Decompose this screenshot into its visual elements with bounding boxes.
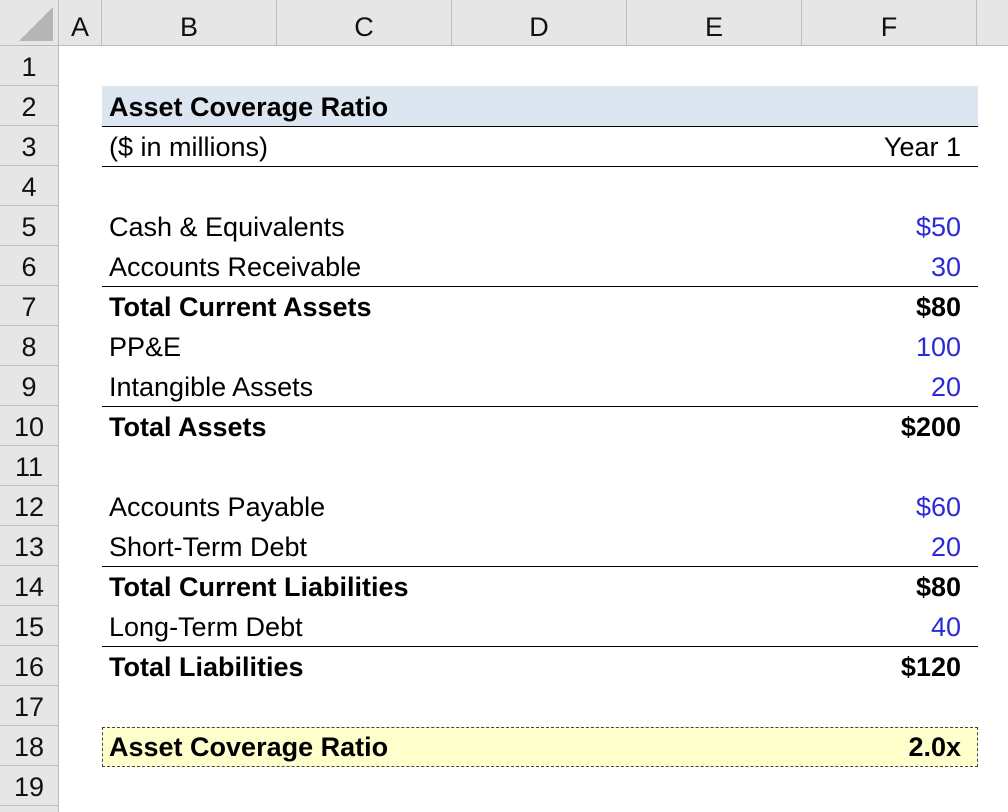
total-liabilities-value[interactable]: $120 <box>901 647 961 687</box>
select-all-corner[interactable] <box>0 0 59 46</box>
short-term-debt-label[interactable]: Short-Term Debt <box>109 527 307 567</box>
long-term-debt-value[interactable]: 40 <box>931 607 961 647</box>
row-header[interactable]: 3 <box>0 126 58 166</box>
asset-coverage-ratio-value[interactable]: 2.0x <box>908 727 961 767</box>
row-header[interactable]: 16 <box>0 646 58 686</box>
spreadsheet: A B C D E F 1 2 3 4 5 6 7 8 9 10 11 12 1… <box>0 0 1008 812</box>
row-header[interactable]: 6 <box>0 246 58 286</box>
total-liabilities-label[interactable]: Total Liabilities <box>109 647 304 687</box>
row-header[interactable]: 4 <box>0 166 58 206</box>
column-header-c[interactable]: C <box>277 0 452 45</box>
column-header-bar: A B C D E F <box>0 0 1008 46</box>
ppe-label[interactable]: PP&E <box>109 327 181 367</box>
row-header[interactable]: 17 <box>0 686 58 726</box>
row-header[interactable]: 14 <box>0 566 58 606</box>
select-all-triangle-icon <box>19 7 53 41</box>
cash-label[interactable]: Cash & Equivalents <box>109 207 345 247</box>
row-header[interactable]: 8 <box>0 326 58 366</box>
total-current-assets-label[interactable]: Total Current Assets <box>109 287 372 327</box>
row-header[interactable]: 11 <box>0 446 58 486</box>
row-header[interactable]: 15 <box>0 606 58 646</box>
row-header[interactable]: 1 <box>0 46 58 86</box>
column-header-b[interactable]: B <box>102 0 277 45</box>
total-current-liabilities-label[interactable]: Total Current Liabilities <box>109 567 409 607</box>
row-header[interactable]: 19 <box>0 766 58 806</box>
row-header-bar: 1 2 3 4 5 6 7 8 9 10 11 12 13 14 15 16 1… <box>0 46 59 812</box>
accounts-payable-label[interactable]: Accounts Payable <box>109 487 325 527</box>
table-title[interactable]: Asset Coverage Ratio <box>109 87 388 127</box>
column-header-a[interactable]: A <box>59 0 102 45</box>
total-current-assets-value[interactable]: $80 <box>916 287 961 327</box>
row-header[interactable]: 9 <box>0 366 58 406</box>
cash-value[interactable]: $50 <box>916 207 961 247</box>
column-header-e[interactable]: E <box>627 0 802 45</box>
long-term-debt-label[interactable]: Long-Term Debt <box>109 607 303 647</box>
row-header[interactable]: 2 <box>0 86 58 126</box>
accounts-receivable-label[interactable]: Accounts Receivable <box>109 247 361 287</box>
row-header[interactable]: 18 <box>0 726 58 766</box>
column-header-f[interactable]: F <box>802 0 977 45</box>
row-header[interactable]: 13 <box>0 526 58 566</box>
short-term-debt-value[interactable]: 20 <box>931 527 961 567</box>
total-assets-label[interactable]: Total Assets <box>109 407 267 447</box>
accounts-payable-value[interactable]: $60 <box>916 487 961 527</box>
asset-coverage-ratio-label[interactable]: Asset Coverage Ratio <box>109 727 388 767</box>
period-label[interactable]: Year 1 <box>884 127 961 167</box>
column-header-d[interactable]: D <box>452 0 627 45</box>
intangible-assets-label[interactable]: Intangible Assets <box>109 367 313 407</box>
row-header[interactable]: 12 <box>0 486 58 526</box>
intangible-assets-value[interactable]: 20 <box>931 367 961 407</box>
row-header[interactable]: 7 <box>0 286 58 326</box>
accounts-receivable-value[interactable]: 30 <box>931 247 961 287</box>
ppe-value[interactable]: 100 <box>916 327 961 367</box>
row-header[interactable]: 10 <box>0 406 58 446</box>
total-current-liabilities-value[interactable]: $80 <box>916 567 961 607</box>
units-label[interactable]: ($ in millions) <box>109 127 268 167</box>
row-header[interactable]: 5 <box>0 206 58 246</box>
total-assets-value[interactable]: $200 <box>901 407 961 447</box>
